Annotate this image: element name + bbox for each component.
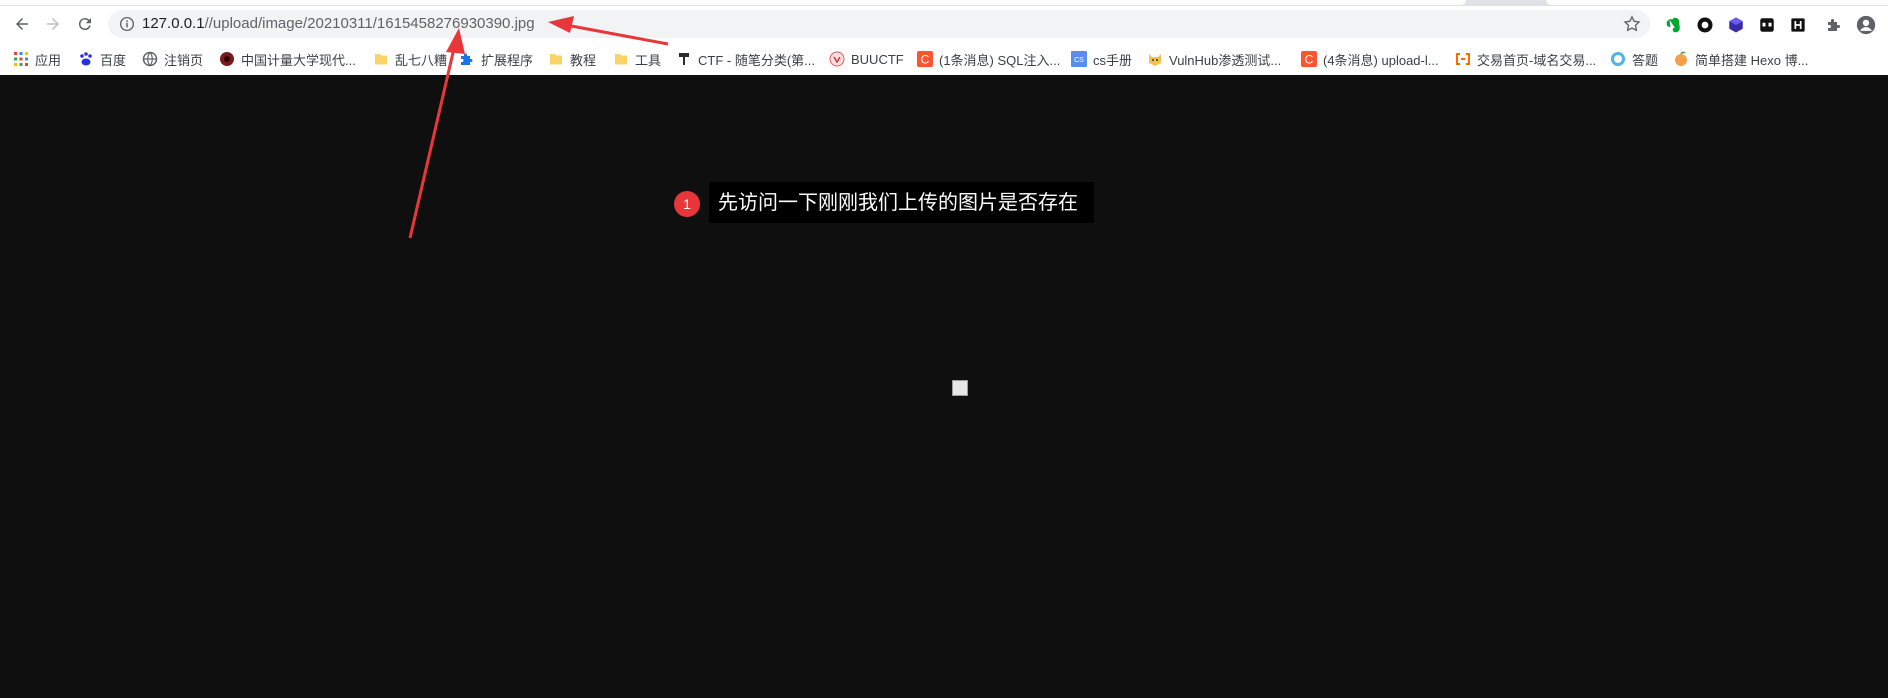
bookmark-label: 乱七八糟	[395, 52, 448, 68]
bookmark-label: 扩展程序	[481, 52, 534, 68]
bookmark-extensions[interactable]: 扩展程序	[459, 48, 533, 70]
apps-grid-icon	[14, 52, 28, 66]
url-text[interactable]: 127.0.0.1//upload/image/20210311/1615458…	[142, 15, 535, 32]
bookmark-label: 应用	[35, 52, 62, 68]
bookmark-csdn-sql[interactable]: C (1条消息) SQL注入...	[917, 48, 1060, 70]
step-badge: 1	[674, 191, 700, 217]
bookmark-label: 教程	[570, 52, 597, 68]
bookmark-folder-misc[interactable]: 乱七八糟	[373, 48, 447, 70]
circle-icon[interactable]	[1695, 15, 1715, 35]
puzzle-icon[interactable]	[1824, 15, 1844, 35]
svg-text:CS: CS	[1074, 57, 1084, 64]
bookmark-hexo[interactable]: 简单搭建 Hexo 博...	[1673, 48, 1808, 70]
folder-icon	[550, 54, 562, 65]
baidu-paw-icon	[80, 52, 92, 66]
bookmark-folder-tools[interactable]: 工具	[613, 48, 661, 70]
csdn-c-icon: C	[917, 51, 933, 67]
bookmark-label: cs手册	[1093, 52, 1133, 68]
url-host: 127.0.0.1	[142, 15, 205, 32]
arrow-left-icon	[16, 18, 28, 30]
bookmark-apps[interactable]: 应用	[13, 48, 61, 70]
aliyun-icon	[1456, 53, 1470, 65]
browser-chrome: 127.0.0.1//upload/image/20210311/1615458…	[0, 0, 1888, 75]
broken-image	[952, 380, 968, 396]
bookmark-label: 注销页	[164, 52, 204, 68]
bookmark-cs-manual[interactable]: CS cs手册	[1071, 48, 1132, 70]
bookmark-quiz[interactable]: 答题	[1610, 48, 1658, 70]
svg-text:C: C	[921, 53, 930, 67]
profile-avatar-icon[interactable]	[1856, 15, 1876, 35]
bookmark-university[interactable]: 中国计量大学现代...	[219, 48, 356, 70]
csdn-c-icon: C	[1301, 51, 1317, 67]
peach-icon	[1675, 51, 1687, 66]
browser-toolbar: 127.0.0.1//upload/image/20210311/1615458…	[0, 6, 1888, 42]
h-icon[interactable]	[1788, 15, 1808, 35]
globe-icon	[142, 51, 158, 67]
bookmark-folder-tutorials[interactable]: 教程	[548, 48, 596, 70]
forward-button[interactable]	[39, 10, 67, 38]
reload-icon	[78, 18, 91, 31]
bookmark-label: BUUCTF	[851, 51, 904, 67]
bot-icon[interactable]	[1757, 15, 1777, 35]
bookmark-baidu[interactable]: 百度	[78, 48, 126, 70]
bookmark-label: 工具	[635, 52, 662, 68]
quiz-icon	[1611, 52, 1625, 66]
bookmark-logout[interactable]: 注销页	[142, 48, 203, 70]
folder-icon	[615, 54, 627, 65]
site-logo-icon	[220, 52, 234, 66]
reload-button[interactable]	[71, 10, 99, 38]
bookmark-label: VulnHub渗透测试...	[1169, 52, 1282, 68]
puzzle-icon	[461, 53, 473, 65]
info-icon[interactable]	[118, 15, 136, 33]
bookmark-label: 交易首页-域名交易...	[1477, 52, 1597, 68]
star-icon[interactable]	[1622, 14, 1642, 34]
folder-icon	[375, 54, 387, 65]
bookmark-label: 答题	[1632, 52, 1659, 68]
back-button[interactable]	[8, 10, 36, 38]
bookmarks-bar: 应用 百度 注销页 中国计量大学现代... 乱七八糟 扩展程序 教程 工具 CT…	[0, 44, 1888, 74]
bookmark-label: 简单搭建 Hexo 博...	[1695, 52, 1809, 68]
annotation-arrows	[408, 16, 669, 239]
bookmark-vulnhub[interactable]: VulnHub渗透测试...	[1147, 48, 1281, 70]
url-path: //upload/image/20210311/1615458276930390…	[204, 15, 535, 32]
cs-icon: CS	[1071, 51, 1087, 67]
bookmark-csdn-upload[interactable]: C (4条消息) upload-l...	[1301, 48, 1439, 70]
ctf-logo-icon	[679, 53, 689, 65]
buuctf-logo-icon	[829, 51, 845, 67]
cube-icon[interactable]	[1726, 15, 1746, 35]
bookmark-label: CTF - 随笔分类(第...	[698, 52, 815, 68]
bookmark-ctf[interactable]: CTF - 随笔分类(第...	[676, 48, 815, 70]
svg-text:C: C	[1305, 53, 1314, 67]
arrow-right-icon	[47, 18, 59, 30]
bookmark-buuctf[interactable]: BUUCTF	[829, 48, 904, 70]
bookmark-label: 百度	[100, 52, 127, 68]
address-bar[interactable]: 127.0.0.1//upload/image/20210311/1615458…	[108, 10, 1650, 38]
bookmark-label: (4条消息) upload-l...	[1323, 52, 1439, 68]
bookmark-domain-trade[interactable]: 交易首页-域名交易...	[1455, 48, 1596, 70]
evernote-icon[interactable]	[1664, 15, 1684, 35]
vulnhub-icon	[1149, 54, 1161, 66]
annotation-text: 先访问一下刚刚我们上传的图片是否存在	[709, 182, 1094, 223]
bookmark-label: (1条消息) SQL注入...	[939, 52, 1061, 68]
bookmark-label: 中国计量大学现代...	[241, 52, 356, 68]
